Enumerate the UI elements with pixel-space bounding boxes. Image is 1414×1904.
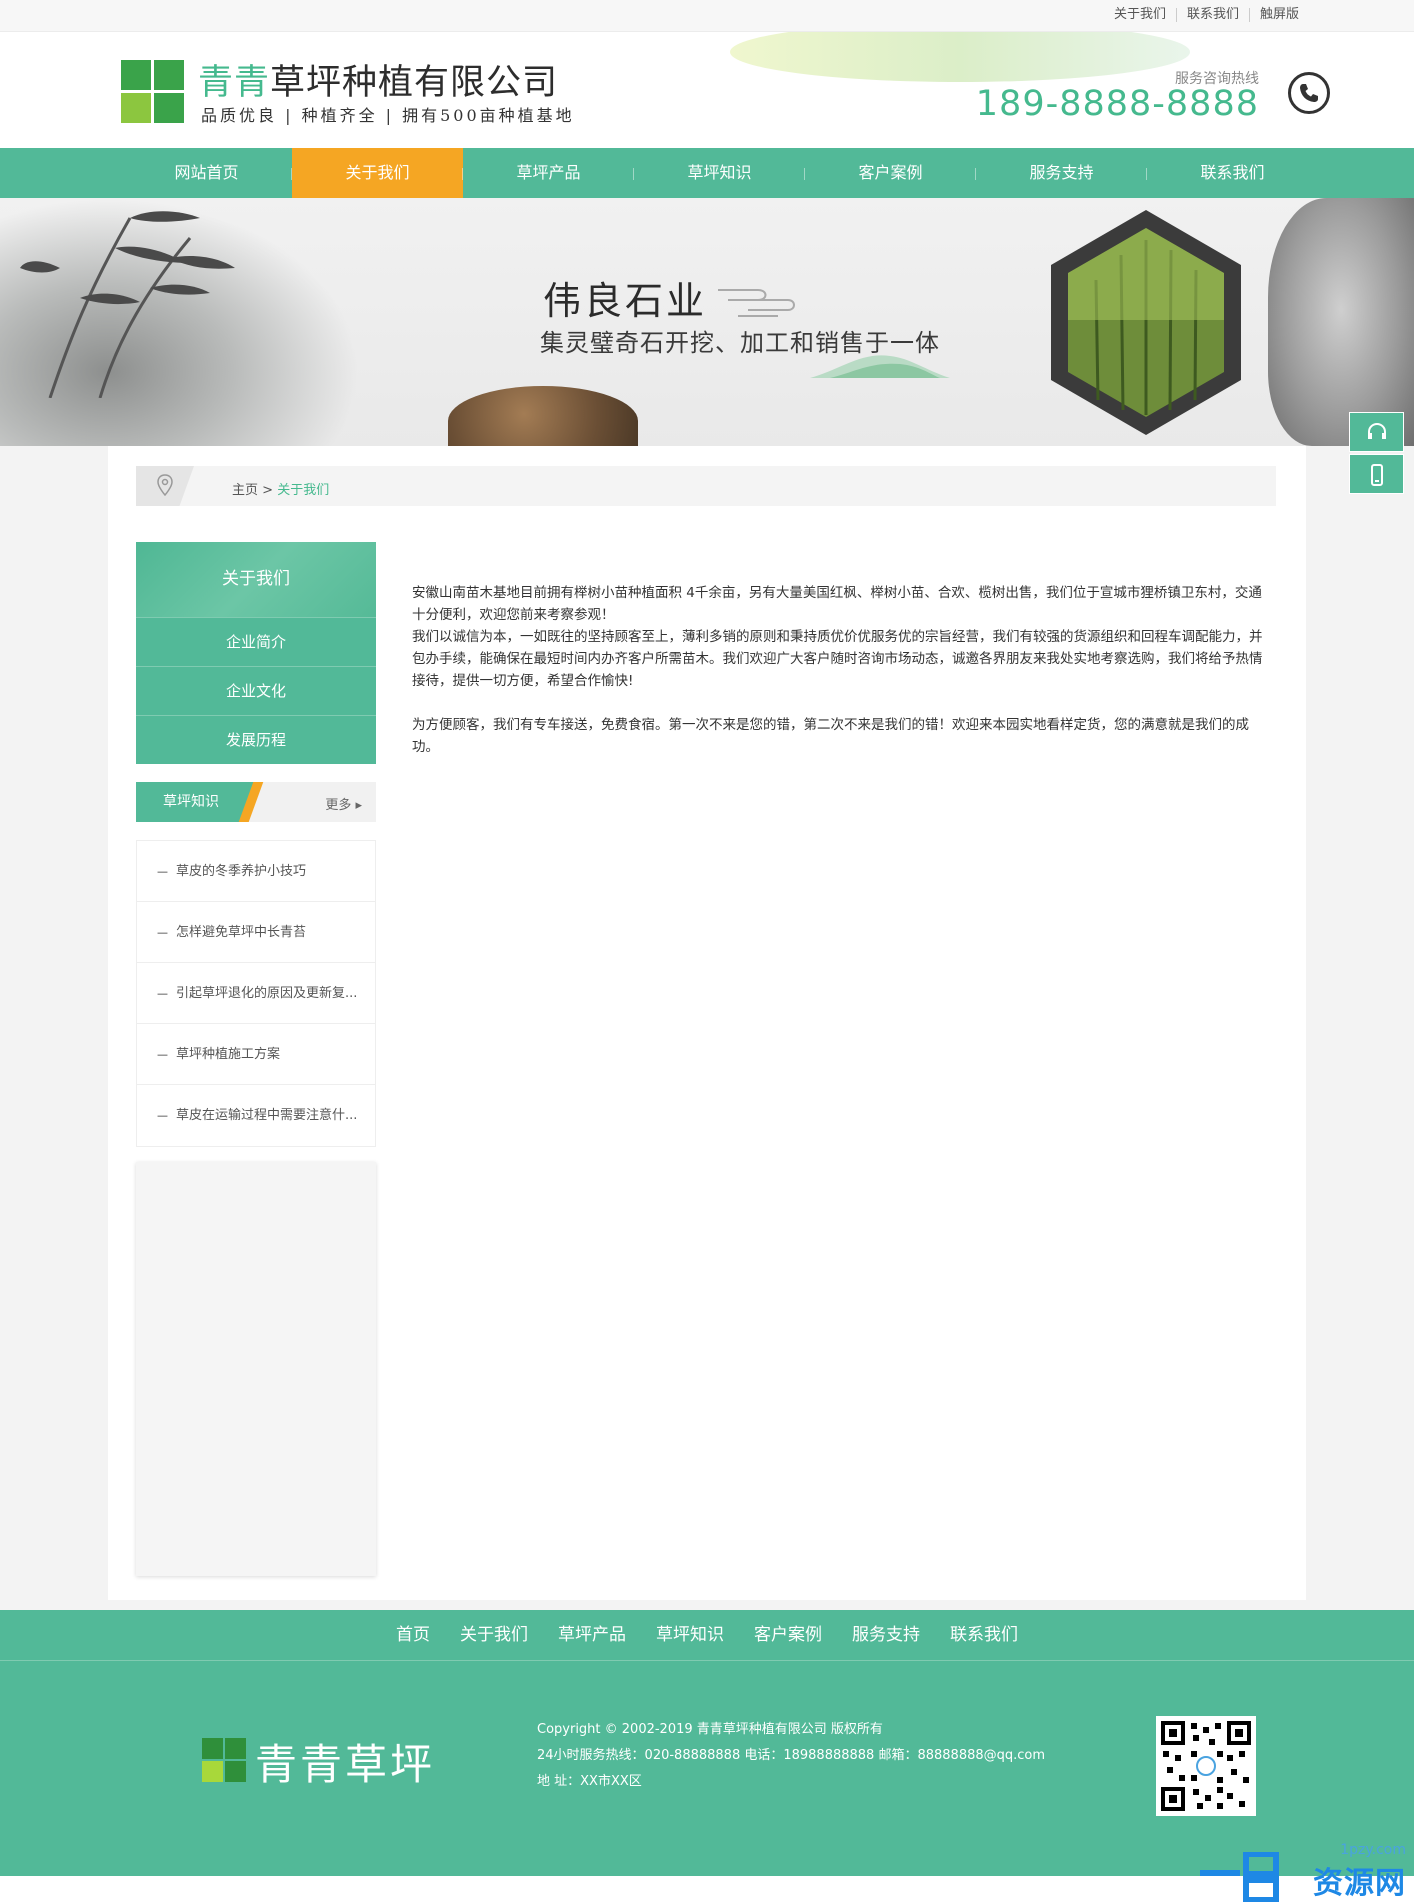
sidebar: 关于我们 企业简介 企业文化 发展历程 草坪知识 更多 ▸ 草皮的冬季养护小技巧… [136, 542, 376, 1576]
nav-item-service[interactable]: 服务支持 [976, 148, 1147, 198]
hotline-number: 189-8888-8888 [975, 84, 1259, 124]
nav-item-knowledge[interactable]: 草坪知识 [634, 148, 805, 198]
footer-nav-products[interactable]: 草坪产品 [543, 1610, 641, 1660]
mobile-icon [1371, 464, 1383, 486]
top-links: 关于我们 联系我们 触屏版 [1104, 8, 1309, 22]
footer-contact: 24小时服务热线：020-88888888 电话：18988888888 邮箱：… [537, 1748, 1046, 1763]
list-item[interactable]: 草皮在运输过程中需要注意什... [137, 1085, 375, 1146]
footer-logo-icon [202, 1738, 246, 1782]
main-nav: 网站首页 关于我们 草坪产品 草坪知识 客户案例 服务支持 联系我们 [0, 148, 1414, 198]
location-pin-icon [157, 474, 173, 496]
knowledge-header: 草坪知识 更多 ▸ [136, 782, 376, 822]
banner-rocks [448, 386, 638, 446]
main-content: 主页 > 关于我们 关于我们 企业简介 企业文化 发展历程 草坪知识 更多 ▸ … [108, 446, 1306, 1600]
breadcrumb: 主页 > 关于我们 [136, 466, 1276, 506]
more-label: 更多 [325, 798, 352, 813]
logo-slogan: 品质优良 | 种植齐全 | 拥有500亩种植基地 [201, 106, 575, 125]
breadcrumb-pin-bg [136, 466, 194, 506]
breadcrumb-home[interactable]: 主页 [232, 483, 258, 498]
article-paragraph-2: 我们以诚信为本，一如既往的坚持顾客至上，薄利多销的原则和秉持质优价优服务优的宗旨… [412, 629, 1263, 689]
footer-nav-knowledge[interactable]: 草坪知识 [641, 1610, 739, 1660]
cloud-decoration-icon [718, 289, 795, 317]
banner: 伟良石业 集灵璧奇石开挖、加工和销售于一体 [0, 198, 1414, 446]
logo-title-green: 青青 [198, 63, 271, 103]
list-item[interactable]: 引起草坪退化的原因及更新复... [137, 963, 375, 1024]
footer-logo-text: 青青草坪 [255, 1740, 436, 1789]
headset-icon [1368, 422, 1386, 439]
footer-copyright: Copyright © 2002-2019 青青草坪种植有限公司 版权所有 [537, 1722, 883, 1737]
logo-icon[interactable] [121, 60, 185, 124]
more-link[interactable]: 更多 ▸ [325, 794, 362, 813]
watermark: 1pzy.com 资源网 [1200, 1842, 1414, 1904]
knowledge-list: 草皮的冬季养护小技巧 怎样避免草坪中长青苔 引起草坪退化的原因及更新复... 草… [136, 840, 376, 1147]
article-paragraph-1: 安徽山南苗木基地目前拥有榉树小苗种植面积 4千余亩，另有大量美国红枫、榉树小苗、… [412, 585, 1262, 623]
list-item[interactable]: 怎样避免草坪中长青苔 [137, 902, 375, 963]
header-decoration [730, 32, 1190, 82]
footer-address: 地 址：XX市XX区 [537, 1774, 642, 1789]
footer-info: Copyright © 2002-2019 青青草坪种植有限公司 版权所有 24… [537, 1717, 1045, 1795]
chevron-right-icon: ▸ [355, 798, 362, 813]
footer-nav-about[interactable]: 关于我们 [445, 1610, 543, 1660]
top-link-contact[interactable]: 联系我们 [1177, 8, 1250, 22]
watermark-logo-icon [1200, 1852, 1279, 1902]
bamboo-painting-icon [20, 211, 235, 398]
logo-title[interactable]: 青青草坪种植有限公司 [198, 54, 558, 105]
sidebar-item-intro[interactable]: 企业简介 [136, 617, 376, 666]
sidebar-item-culture[interactable]: 企业文化 [136, 666, 376, 715]
list-item[interactable]: 草坪种植施工方案 [137, 1024, 375, 1085]
top-link-about[interactable]: 关于我们 [1104, 8, 1177, 22]
breadcrumb-current: 关于我们 [277, 483, 330, 498]
banner-title: 伟良石业 [543, 279, 708, 323]
footer-nav: 首页 关于我们 草坪产品 草坪知识 客户案例 服务支持 联系我们 [0, 1610, 1414, 1660]
hexagon-window-icon [1051, 210, 1241, 435]
nav-item-home[interactable]: 网站首页 [121, 148, 292, 198]
phone-icon [1288, 72, 1330, 114]
nav-item-about[interactable]: 关于我们 [292, 148, 463, 198]
nav-item-cases[interactable]: 客户案例 [805, 148, 976, 198]
footer-nav-cases[interactable]: 客户案例 [739, 1610, 837, 1660]
nav-item-contact[interactable]: 联系我们 [1147, 148, 1318, 198]
hills-decoration-icon [810, 355, 950, 378]
watermark-domain: 1pzy.com [1340, 1842, 1406, 1858]
footer-nav-contact[interactable]: 联系我们 [935, 1610, 1033, 1660]
footer-nav-home[interactable]: 首页 [381, 1610, 445, 1660]
article-body: 安徽山南苗木基地目前拥有榉树小苗种植面积 4千余亩，另有大量美国红枫、榉树小苗、… [412, 582, 1272, 758]
site-header: 青青草坪种植有限公司 品质优良 | 种植齐全 | 拥有500亩种植基地 服务咨询… [0, 32, 1414, 148]
breadcrumb-separator: > [258, 483, 278, 498]
breadcrumb-text: 主页 > 关于我们 [232, 479, 329, 498]
sidebar-heading: 关于我们 [136, 542, 376, 617]
watermark-brand: 资源网 [1313, 1866, 1406, 1901]
logo-title-rest: 草坪种植有限公司 [270, 63, 559, 103]
sidebar-empty-box [136, 1162, 376, 1576]
side-service-button[interactable] [1349, 412, 1404, 452]
top-bar: 关于我们 联系我们 触屏版 [0, 0, 1414, 32]
top-link-mobile[interactable]: 触屏版 [1250, 8, 1309, 22]
side-mobile-button[interactable] [1349, 454, 1404, 494]
list-item[interactable]: 草皮的冬季养护小技巧 [137, 841, 375, 902]
banner-stone [1268, 198, 1414, 446]
article-paragraph-3: 为方便顾客，我们有专车接送，免费食宿。第一次不来是您的错，第二次不来是我们的错！… [412, 717, 1249, 755]
qr-code-icon [1156, 1716, 1256, 1816]
nav-item-products[interactable]: 草坪产品 [463, 148, 634, 198]
sidebar-item-history[interactable]: 发展历程 [136, 715, 376, 764]
footer-nav-service[interactable]: 服务支持 [837, 1610, 935, 1660]
